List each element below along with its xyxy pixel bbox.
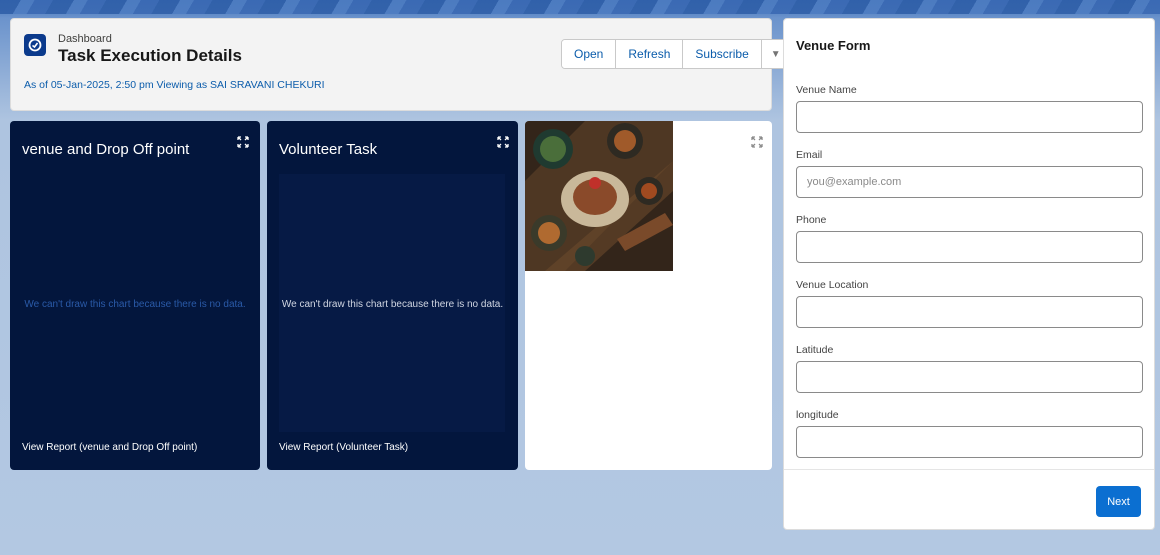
dashboard-tile-volunteer: Volunteer Task We can't draw this chart … [267,121,518,470]
venue-form: Venue Form Venue Name Email Phone Venue … [783,18,1155,530]
background-banner [0,0,1160,14]
chevron-down-icon: ▼ [770,48,781,60]
open-button[interactable]: Open [562,40,617,68]
dashboard-subtitle: As of 05-Jan-2025, 2:50 pm Viewing as SA… [24,79,325,91]
no-data-message: We can't draw this chart because there i… [281,299,504,310]
longitude-input[interactable] [796,426,1143,458]
dashboard-type-label: Dashboard [58,33,112,45]
header-button-group: Open Refresh Subscribe ▼ [561,39,791,69]
email-input[interactable] [796,166,1143,198]
subscribe-button[interactable]: Subscribe [683,40,762,68]
expand-icon[interactable] [496,135,510,149]
view-report-link[interactable]: View Report (Volunteer Task) [279,442,408,453]
expand-icon[interactable] [750,135,764,149]
no-data-message: We can't draw this chart because there i… [24,299,246,310]
email-label: Email [796,149,823,161]
dashboard-icon [24,34,46,56]
form-title: Venue Form [796,38,871,53]
view-report-link[interactable]: View Report (venue and Drop Off point) [22,442,197,453]
page-title: Task Execution Details [58,46,242,65]
tile-title: Volunteer Task [279,141,378,158]
latitude-input[interactable] [796,361,1143,393]
next-button[interactable]: Next [1096,486,1141,517]
tile-title: venue and Drop Off point [22,141,190,158]
longitude-label: longitude [796,409,839,421]
dashboard-tile-venue: venue and Drop Off point We can't draw t… [10,121,260,470]
refresh-button[interactable]: Refresh [616,40,684,68]
dashboard-tile-image [525,121,772,470]
latitude-label: Latitude [796,344,834,356]
venue-location-label: Venue Location [796,279,869,291]
food-platter-image [525,121,673,271]
form-divider [784,469,1154,470]
venue-name-input[interactable] [796,101,1143,133]
venue-location-input[interactable] [796,296,1143,328]
expand-icon[interactable] [236,135,250,149]
phone-label: Phone [796,214,827,226]
venue-name-label: Venue Name [796,84,857,96]
phone-input[interactable] [796,231,1143,263]
dashboard-header: Dashboard Task Execution Details As of 0… [10,18,791,111]
